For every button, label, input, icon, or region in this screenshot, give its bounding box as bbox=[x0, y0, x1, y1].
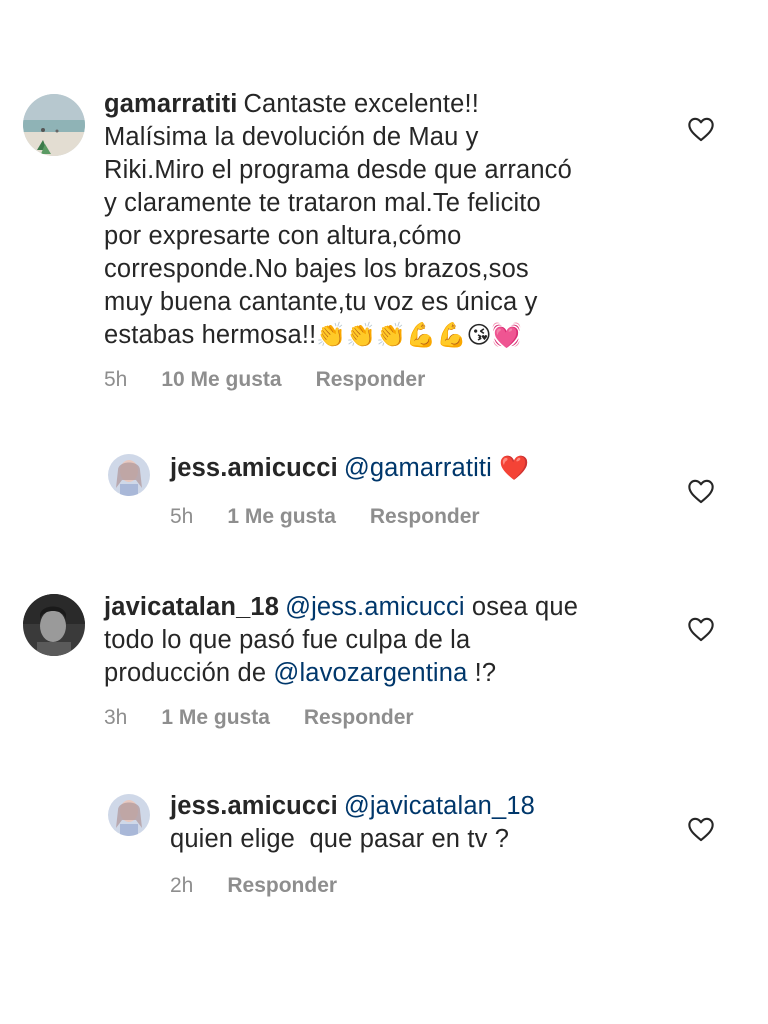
comment-line: producción de @lavozargentina !? bbox=[104, 657, 664, 690]
comment-username[interactable]: jess.amicucci bbox=[170, 792, 338, 820]
comment-line: corresponde.No bajes los brazos,sos bbox=[104, 255, 529, 283]
like-button[interactable] bbox=[687, 616, 715, 642]
heart-outline-icon bbox=[688, 117, 714, 142]
comment-text: estabas hermosa!! bbox=[104, 321, 317, 349]
like-button[interactable] bbox=[687, 816, 715, 842]
comment-body: gamarratiti Cantaste excelente!! Malísima… bbox=[104, 88, 664, 352]
comment-meta: 5h 1 Me gusta Responder bbox=[170, 505, 480, 529]
reply-jess-amicucci-1: jess.amicucci @gamarratiti ❤️ 5h 1 Me gust… bbox=[0, 420, 768, 560]
comment-line: gamarratiti Cantaste excelente!! bbox=[104, 88, 664, 121]
comment-time: 2h bbox=[170, 874, 194, 897]
comment-username[interactable]: javicatalan_18 bbox=[104, 593, 279, 621]
comment-likes[interactable]: 1 Me gusta bbox=[227, 505, 336, 529]
mention-link[interactable]: @javicatalan_18 bbox=[344, 792, 535, 820]
like-button[interactable] bbox=[687, 478, 715, 504]
comment-line: todo lo que pasó fue culpa de la bbox=[104, 626, 471, 654]
comment-body: jess.amicucci @javicatalan_18 quien elige… bbox=[170, 790, 650, 856]
comment-likes[interactable]: 1 Me gusta bbox=[161, 706, 270, 730]
reply-button[interactable]: Responder bbox=[227, 874, 337, 898]
comment-text: !? bbox=[474, 659, 497, 687]
avatar[interactable] bbox=[108, 794, 150, 836]
heart-outline-icon bbox=[688, 479, 714, 504]
comment-line: y claramente te trataron mal.Te felicito bbox=[104, 189, 541, 217]
comment-time: 5h bbox=[104, 368, 128, 391]
comment-line: jess.amicucci @javicatalan_18 bbox=[170, 790, 650, 823]
comment-thread: gamarratiti Cantaste excelente!! Malísima… bbox=[0, 0, 768, 1024]
comment-line: Malísima la devolución de Mau y bbox=[104, 123, 479, 151]
comment-line: Riki.Miro el programa desde que arrancó bbox=[104, 156, 572, 184]
mention-link[interactable]: @jess.amicucci bbox=[285, 593, 465, 621]
comment-text: producción de bbox=[104, 659, 267, 687]
comment-time: 5h bbox=[170, 505, 194, 528]
comment-meta: 2h Responder bbox=[170, 874, 337, 898]
comment-username[interactable]: gamarratiti bbox=[104, 90, 237, 118]
comment-time: 3h bbox=[104, 706, 128, 729]
comment-meta: 3h 1 Me gusta Responder bbox=[104, 706, 414, 730]
avatar[interactable] bbox=[23, 94, 85, 156]
comment-gamarratiti: gamarratiti Cantaste excelente!! Malísima… bbox=[0, 0, 768, 420]
heart-outline-icon bbox=[688, 817, 714, 842]
comment-line: jess.amicucci @gamarratiti ❤️ bbox=[170, 452, 650, 485]
like-button[interactable] bbox=[687, 116, 715, 142]
reply-button[interactable]: Responder bbox=[304, 706, 414, 730]
mention-link[interactable]: @lavozargentina bbox=[273, 659, 467, 687]
comment-likes[interactable]: 10 Me gusta bbox=[161, 368, 281, 392]
comment-body: jess.amicucci @gamarratiti ❤️ bbox=[170, 452, 650, 485]
emoji-group: ❤️ bbox=[499, 454, 530, 482]
avatar[interactable] bbox=[23, 594, 85, 656]
emoji-group: 👏👏👏💪💪😘💓 bbox=[316, 321, 522, 349]
comment-line: por expresarte con altura,cómo bbox=[104, 222, 462, 250]
comment-line: quien elige que pasar en tv ? bbox=[170, 825, 510, 853]
comment-text: Cantaste excelente!! bbox=[243, 90, 479, 118]
comment-line: javicatalan_18 @jess.amicucci osea que bbox=[104, 591, 664, 624]
comment-line: estabas hermosa!!👏👏👏💪💪😘💓 bbox=[104, 319, 664, 352]
comment-javicatalan-18: javicatalan_18 @jess.amicucci osea que to… bbox=[0, 560, 768, 760]
comment-meta: 5h 10 Me gusta Responder bbox=[104, 368, 425, 392]
avatar[interactable] bbox=[108, 454, 150, 496]
reply-jess-amicucci-2: jess.amicucci @javicatalan_18 quien elige… bbox=[0, 760, 768, 940]
comment-text: osea que bbox=[471, 593, 579, 621]
mention-link[interactable]: @gamarratiti bbox=[344, 454, 492, 482]
reply-button[interactable]: Responder bbox=[370, 505, 480, 529]
comment-body: javicatalan_18 @jess.amicucci osea que to… bbox=[104, 591, 664, 690]
reply-button[interactable]: Responder bbox=[316, 368, 426, 392]
comment-line: muy buena cantante,tu voz es única y bbox=[104, 288, 538, 316]
heart-outline-icon bbox=[688, 617, 714, 642]
comment-username[interactable]: jess.amicucci bbox=[170, 454, 338, 482]
